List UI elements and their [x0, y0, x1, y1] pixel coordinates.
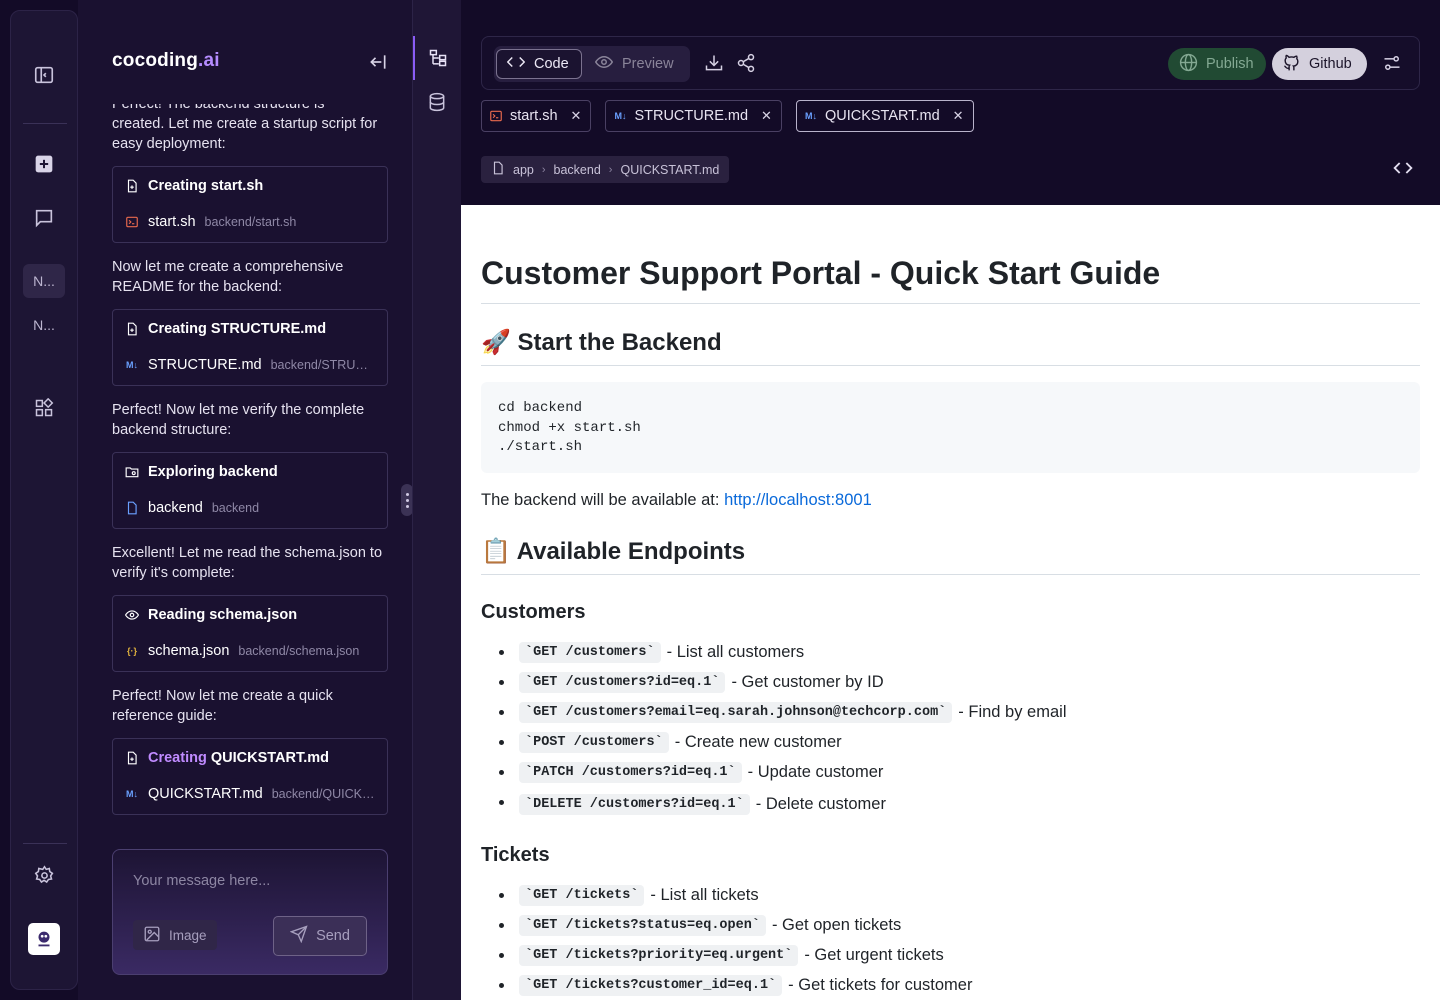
chevron-right-icon: ›	[608, 163, 613, 176]
subsection-heading: Customers	[481, 601, 586, 623]
shell-icon	[125, 215, 139, 229]
editor-area: Code Preview Publish Github start.sh ✕ M…	[461, 0, 1440, 1000]
file-icon	[491, 161, 505, 178]
project-chip-1[interactable]: N...	[23, 264, 65, 298]
message-input[interactable]	[133, 870, 369, 892]
message-composer: Image Send	[112, 849, 388, 975]
markdown-icon: M↓	[126, 789, 138, 799]
markdown-icon: M↓	[614, 111, 627, 121]
chat-message: Perfect! Now let me verify the complete …	[112, 402, 365, 438]
attach-image-button[interactable]: Image	[133, 920, 217, 950]
subsection-heading: Tickets	[481, 844, 550, 866]
section-heading: 🚀 Start the Backend	[481, 328, 1420, 366]
folder-icon	[125, 501, 139, 515]
tool-card[interactable]: Creating start.sh start.sh backend/start.…	[112, 166, 388, 243]
collapse-panel-icon[interactable]	[368, 52, 388, 72]
shell-icon	[489, 109, 503, 123]
breadcrumb-item[interactable]: backend	[554, 163, 601, 177]
rail-divider	[23, 123, 67, 124]
tool-card[interactable]: Creating QUICKSTART.md M↓ QUICKSTART.md ba…	[112, 738, 388, 815]
tool-card[interactable]: Exploring backend backend backend	[112, 452, 388, 529]
list-item: `GET /tickets?status=eq.open` - Get open …	[498, 910, 972, 940]
project-chip-2[interactable]: N...	[23, 308, 65, 342]
markdown-icon: M↓	[126, 360, 138, 370]
chat-panel: cocoding.ai Perfect! The backend structu…	[78, 0, 412, 1000]
user-avatar[interactable]	[28, 923, 60, 955]
markdown-icon: M↓	[804, 111, 817, 121]
tab-structure-md[interactable]: M↓ STRUCTURE.md ✕	[605, 100, 782, 132]
send-icon	[289, 925, 308, 947]
brand-logo: cocoding.ai	[112, 50, 220, 71]
chat-message: Excellent! Let me read the schema.json t…	[112, 545, 383, 581]
preview-view-button[interactable]: Preview	[594, 49, 674, 79]
code-icon	[506, 55, 526, 73]
json-icon: {·}	[126, 646, 137, 656]
editor-toolbar: Code Preview Publish Github	[481, 36, 1420, 90]
folder-search-icon	[125, 465, 139, 479]
app-rail: N... N...	[10, 10, 78, 990]
database-icon[interactable]	[413, 80, 461, 124]
download-icon[interactable]	[704, 53, 726, 75]
chat-message: Perfect! Now let me create a quick refer…	[112, 688, 333, 724]
breadcrumb-item[interactable]: app	[513, 163, 534, 177]
localhost-link[interactable]: http://localhost:8001	[724, 491, 872, 509]
share-icon[interactable]	[736, 53, 758, 75]
chat-messages[interactable]: Perfect! The backend structure is create…	[112, 104, 388, 824]
code-toggle-icon[interactable]	[1393, 160, 1415, 178]
close-icon[interactable]: ✕	[761, 108, 772, 124]
list-item: `PATCH /customers?id=eq.1` - Update custo…	[498, 757, 1066, 787]
close-icon[interactable]: ✕	[953, 108, 964, 124]
markdown-preview[interactable]: Customer Support Portal - Quick Start Gu…	[461, 205, 1440, 1000]
eye-icon	[594, 55, 614, 73]
paragraph: The backend will be available at: http:/…	[481, 491, 872, 509]
section-heading: 📋 Available Endpoints	[481, 537, 1420, 575]
tool-card[interactable]: Reading schema.json {·} schema.json backen…	[112, 595, 388, 672]
file-tree-icon[interactable]	[413, 36, 461, 80]
publish-button[interactable]: Publish	[1168, 48, 1266, 80]
code-block: cd backend chmod +x start.sh ./start.sh	[481, 382, 1420, 473]
settings-sliders-icon[interactable]	[1382, 53, 1404, 75]
customers-endpoint-list: `GET /customers` - List all customers `GE…	[498, 637, 1066, 821]
list-item: `GET /tickets` - List all tickets	[498, 880, 972, 910]
globe-icon	[1179, 53, 1198, 76]
tool-card[interactable]: Creating STRUCTURE.md M↓ STRUCTURE.md back…	[112, 309, 388, 386]
tickets-endpoint-list: `GET /tickets` - List all tickets `GET /t…	[498, 880, 972, 1000]
chats-icon[interactable]	[32, 206, 56, 230]
chevron-right-icon: ›	[541, 163, 546, 176]
breadcrumb-item[interactable]: QUICKSTART.md	[620, 163, 719, 177]
file-plus-icon	[125, 179, 139, 193]
list-item: `GET /tickets?customer_id=eq.1` - Get tic…	[498, 970, 972, 1000]
image-icon	[143, 925, 161, 946]
list-item: `GET /customers?id=eq.1` - Get customer b…	[498, 667, 1066, 697]
chat-message: Perfect! The backend structure is	[112, 104, 325, 112]
list-item: `GET /customers` - List all customers	[498, 637, 1066, 667]
settings-gear-icon[interactable]	[32, 863, 56, 887]
view-switch: Code Preview	[494, 46, 690, 82]
github-button[interactable]: Github	[1272, 48, 1367, 80]
file-plus-icon	[125, 751, 139, 765]
integrations-icon[interactable]	[32, 396, 56, 420]
close-icon[interactable]: ✕	[571, 108, 582, 124]
breadcrumb: app › backend › QUICKSTART.md	[481, 156, 730, 183]
tab-quickstart-md[interactable]: M↓ QUICKSTART.md ✕	[795, 100, 974, 132]
code-view-button[interactable]: Code	[496, 49, 582, 79]
file-plus-icon	[125, 322, 139, 336]
tab-start-sh[interactable]: start.sh ✕	[481, 100, 592, 132]
file-tabs: start.sh ✕ M↓ STRUCTURE.md ✕ M↓ QUICKSTA…	[481, 100, 974, 132]
doc-title: Customer Support Portal - Quick Start Gu…	[481, 253, 1420, 304]
list-item: `POST /customers` - Create new customer	[498, 727, 1066, 757]
tool-column	[412, 0, 461, 1000]
new-project-icon[interactable]	[32, 152, 56, 176]
eye-icon	[125, 608, 139, 622]
github-icon	[1282, 53, 1301, 76]
list-item: `GET /tickets?priority=eq.urgent` - Get u…	[498, 940, 972, 970]
send-button[interactable]: Send	[273, 916, 367, 956]
rail-divider	[23, 843, 67, 844]
sidebar-toggle-icon[interactable]	[32, 63, 56, 87]
chat-message: created. Let me create a startup script …	[112, 116, 378, 152]
list-item: `DELETE /customers?id=eq.1` - Delete cust…	[498, 787, 1066, 821]
list-item: `GET /customers?email=eq.sarah.johnson@t…	[498, 697, 1066, 727]
chat-message: Now let me create a comprehensive README…	[112, 259, 344, 295]
